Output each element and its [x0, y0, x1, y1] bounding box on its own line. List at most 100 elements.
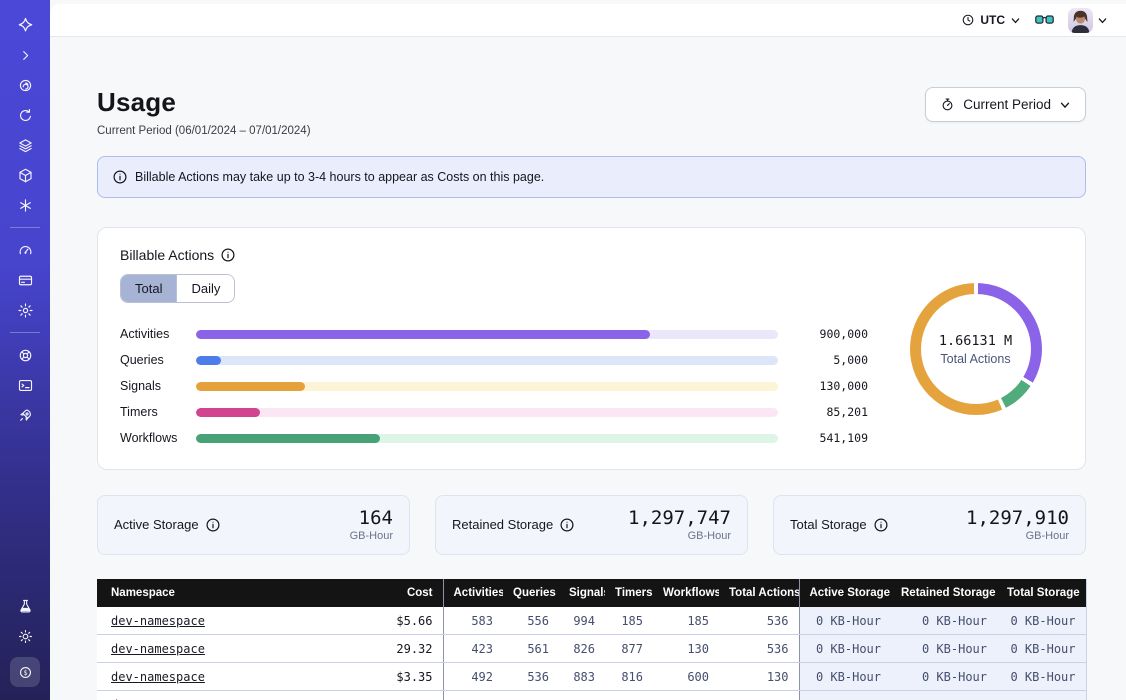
usage-dollar-icon[interactable]: $: [10, 657, 40, 687]
cell-activities: 423: [443, 635, 503, 663]
support-lifebuoy-icon[interactable]: [12, 343, 38, 367]
namespace-link[interactable]: dev-namespace: [111, 614, 205, 628]
bar-fill: [196, 330, 650, 339]
info-icon[interactable]: [206, 518, 220, 532]
total-actions-donut-chart: 1.66131 M Total Actions: [910, 283, 1042, 415]
info-icon: [113, 170, 127, 184]
cell-total-storage: 0 KB-Hour: [997, 663, 1086, 691]
glasses-icon[interactable]: [1035, 13, 1054, 27]
sidebar: $: [0, 0, 50, 700]
usage-gauge-icon[interactable]: [12, 238, 38, 262]
col-header-retained-storage: Retained Storage: [891, 579, 997, 607]
chevron-down-icon: [1059, 99, 1071, 111]
docs-terminal-icon[interactable]: [12, 373, 38, 397]
bar-row: Timers 85,201: [120, 399, 868, 425]
bar-row: Workflows 541,109: [120, 425, 868, 451]
cell-cost: 29.32: [347, 635, 443, 663]
col-header-cost: Cost: [347, 579, 443, 607]
col-header-signals: Signals: [559, 579, 605, 607]
cell-retained-storage: 0 KB-Hour: [891, 663, 997, 691]
chevron-down-icon: [1010, 15, 1021, 26]
cell-retained-storage: [891, 691, 997, 700]
clock-icon: [961, 13, 975, 27]
avatar: [1068, 8, 1093, 33]
bar-value: 85,201: [788, 405, 868, 419]
stopwatch-icon: [940, 97, 955, 112]
table-row: dev-namespace29.324235618268771305360 KB…: [97, 635, 1086, 663]
bar-value: 130,000: [788, 379, 868, 393]
cell-total-storage: 0 KB-Hour: [997, 635, 1086, 663]
page-title: Usage: [97, 87, 311, 118]
cube-icon[interactable]: [12, 163, 38, 187]
bar-track: [196, 434, 778, 443]
active-storage-value: 164: [350, 508, 393, 530]
cell-active-storage: 0 KB-Hour: [799, 663, 891, 691]
cell-cost: [347, 691, 443, 700]
cell-workflows: 600: [653, 663, 719, 691]
bar-value: 5,000: [788, 353, 868, 367]
cell-retained-storage: 0 KB-Hour: [891, 607, 997, 635]
bar-fill: [196, 408, 260, 417]
col-header-namespace: Namespace: [97, 579, 347, 607]
usage-page: Usage Current Period (06/01/2024 – 07/01…: [50, 87, 1126, 700]
info-icon[interactable]: [874, 518, 888, 532]
nexus-asterisk-icon[interactable]: [12, 193, 38, 217]
cell-workflows: 130: [653, 635, 719, 663]
cell-total-actions: 536: [719, 607, 799, 635]
active-storage-card: Active Storage 164 GB-Hour: [97, 495, 410, 555]
col-header-queries: Queries: [503, 579, 559, 607]
total-storage-card: Total Storage 1,297,910 GB-Hour: [773, 495, 1086, 555]
cell-signals: 994: [559, 607, 605, 635]
bar-track: [196, 330, 778, 339]
bar-category-label: Timers: [120, 405, 196, 419]
cell-timers: [605, 691, 653, 700]
history-icon[interactable]: [12, 103, 38, 127]
chevron-down-icon: [1097, 15, 1108, 26]
period-selector-button[interactable]: Current Period: [925, 87, 1086, 122]
sidebar-divider: [10, 227, 40, 228]
namespace-link[interactable]: dev-namespace: [111, 670, 205, 684]
cell-activities: 492: [443, 663, 503, 691]
expand-sidebar-icon[interactable]: [12, 43, 38, 67]
col-header-active-storage: Active Storage: [799, 579, 891, 607]
namespaces-icon[interactable]: [12, 73, 38, 97]
col-header-timers: Timers: [605, 579, 653, 607]
temporal-logo-icon[interactable]: [12, 13, 38, 37]
layers-icon[interactable]: [12, 133, 38, 157]
cell-timers: 816: [605, 663, 653, 691]
bar-category-label: Activities: [120, 327, 196, 341]
cell-queries: 561: [503, 635, 559, 663]
bar-fill: [196, 356, 221, 365]
tab-total[interactable]: Total: [121, 275, 176, 302]
info-icon[interactable]: [560, 518, 574, 532]
bar-track: [196, 356, 778, 365]
theme-sun-icon[interactable]: [12, 624, 38, 648]
namespace-link[interactable]: dev-namespace: [111, 642, 205, 656]
billing-card-icon[interactable]: [12, 268, 38, 292]
timezone-selector[interactable]: UTC: [961, 13, 1021, 27]
cell-total-actions: 536: [719, 635, 799, 663]
account-menu[interactable]: [1068, 8, 1108, 33]
bar-value: 900,000: [788, 327, 868, 341]
bar-value: 541,109: [788, 431, 868, 445]
rocket-icon[interactable]: [12, 403, 38, 427]
main-area: UTC Usage Current Period (06/01/2024 – 0…: [50, 4, 1126, 700]
billable-bars-chart: Activities 900,000 Queries 5,000 Signals…: [120, 321, 868, 451]
billable-actions-card: Billable Actions TotalDaily Activities 9…: [97, 227, 1086, 470]
table-header-row: NamespaceCostActivitiesQueriesSignalsTim…: [97, 579, 1086, 607]
labs-flask-icon[interactable]: [12, 594, 38, 618]
current-period-subtitle: Current Period (06/01/2024 – 07/01/2024): [97, 125, 311, 137]
bar-track: [196, 382, 778, 391]
cell-queries: [503, 691, 559, 700]
donut-total-label: Total Actions: [940, 352, 1010, 366]
total-storage-label: Total Storage: [790, 517, 867, 532]
tab-daily[interactable]: Daily: [176, 275, 234, 302]
info-icon[interactable]: [221, 248, 235, 262]
cell-signals: [559, 691, 605, 700]
table-body: dev-namespace$5.665835569941851855360 KB…: [97, 607, 1086, 700]
retained-storage-unit: GB-Hour: [628, 530, 731, 542]
settings-gear-icon[interactable]: [12, 298, 38, 322]
cell-total-actions: 130: [719, 663, 799, 691]
topbar: UTC: [50, 4, 1126, 37]
bar-category-label: Queries: [120, 353, 196, 367]
